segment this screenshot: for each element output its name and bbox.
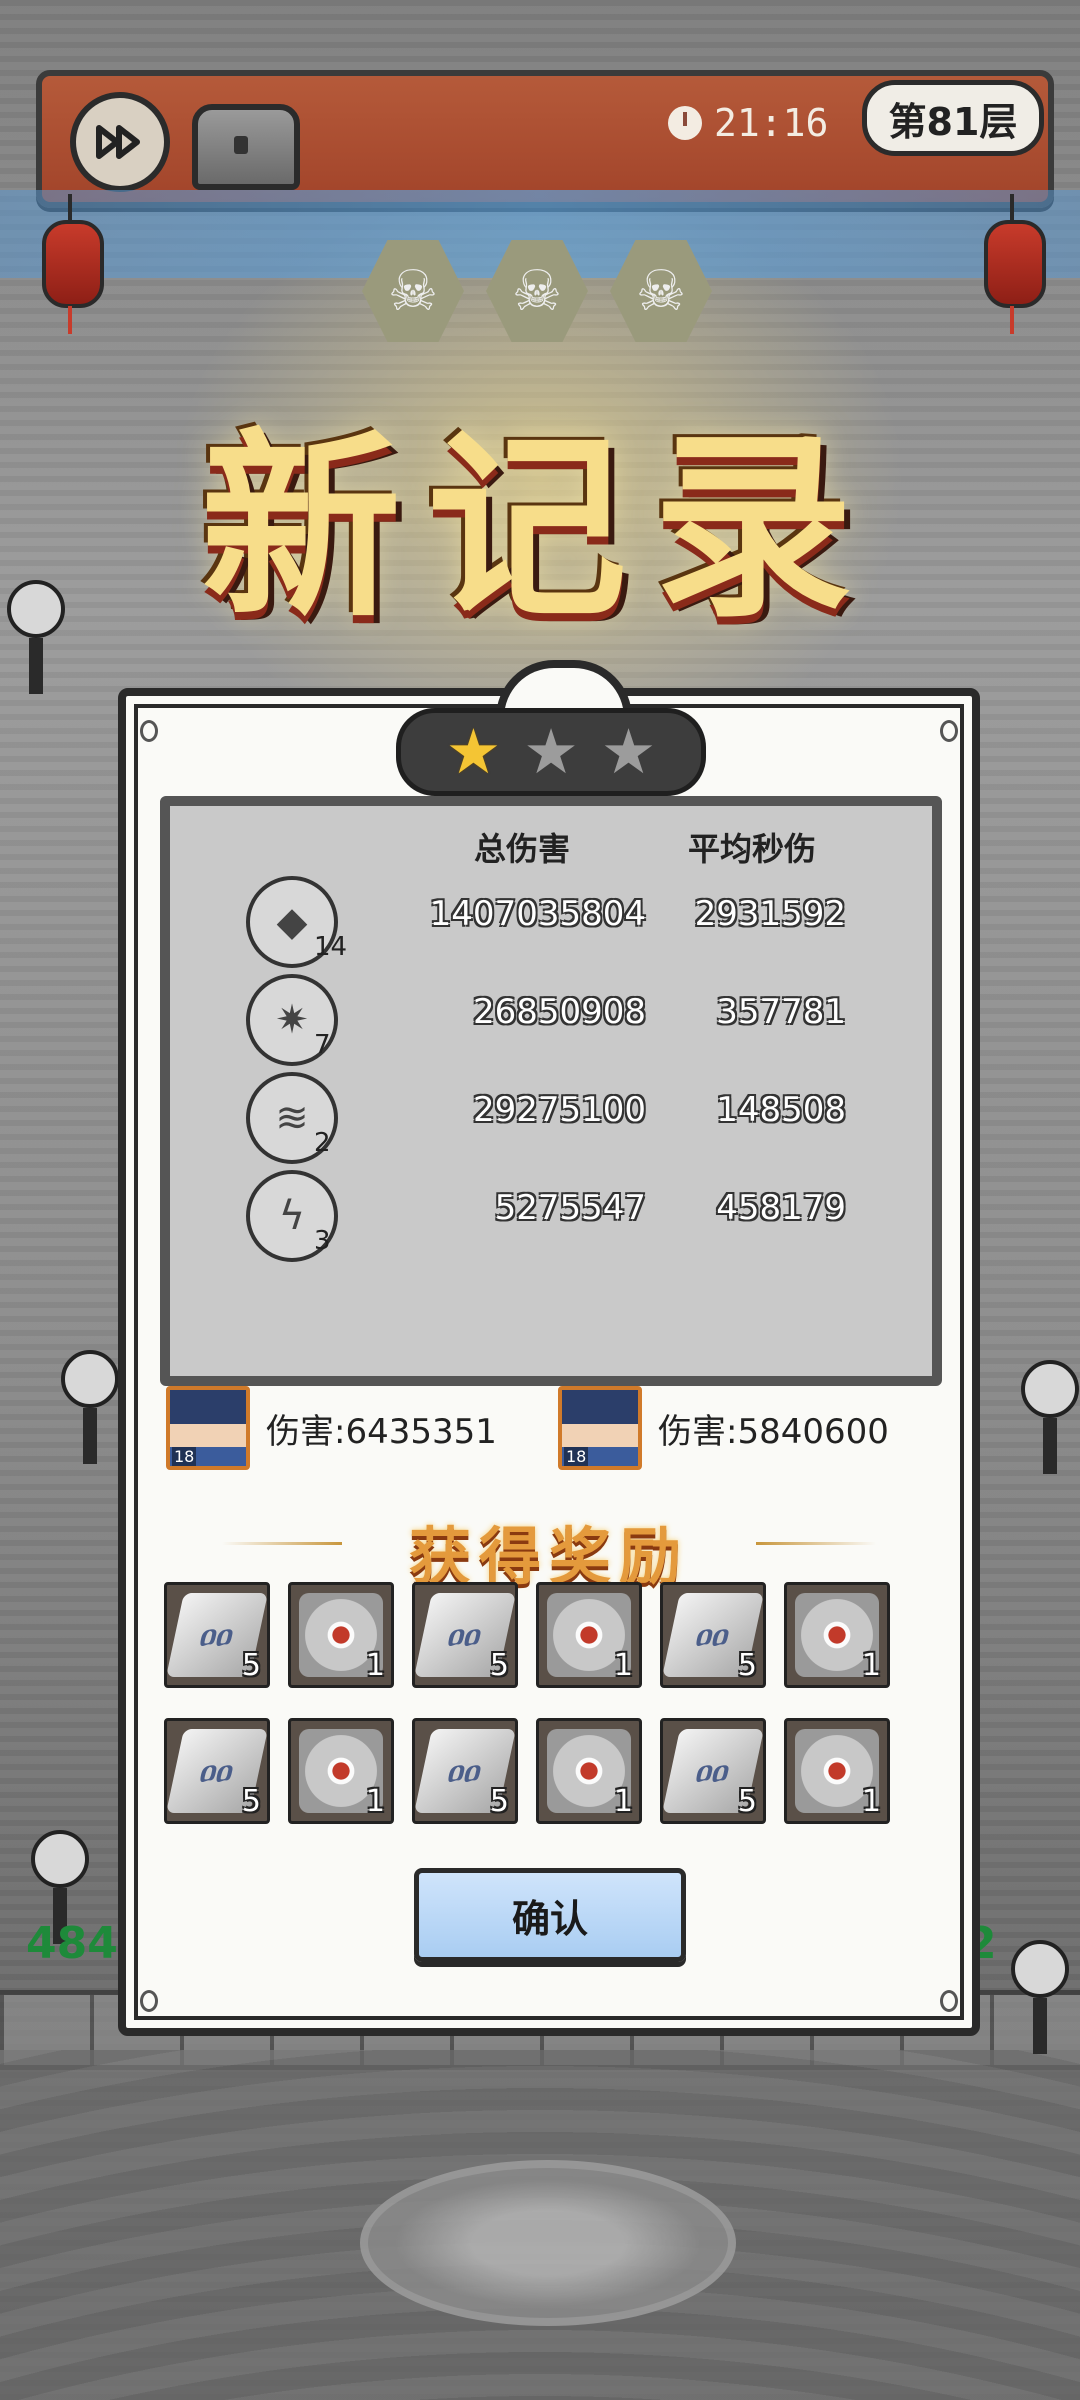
reward-item-silver-ingot[interactable]: ዐዐ 5: [660, 1718, 766, 1824]
header-avg-dps: 平均秒伤: [688, 830, 817, 868]
floating-number-left: 484: [26, 1918, 118, 1969]
reward-item-silver-ingot[interactable]: ዐዐ 5: [412, 1582, 518, 1688]
reward-item-red-core-ore[interactable]: ●1: [288, 1718, 394, 1824]
reward-qty: 1: [365, 1648, 385, 1683]
skill-count: 2: [314, 1128, 331, 1158]
avatar[interactable]: 18: [558, 1386, 642, 1470]
skull-icon: ☠: [362, 240, 464, 342]
table-row: ≋ 2 29275100 148508: [170, 1072, 932, 1168]
hero-damage-text: 伤害:6435351: [266, 1411, 497, 1452]
total-damage-value: 29275100: [472, 1090, 646, 1130]
avg-dps-value: 357781: [716, 992, 846, 1032]
new-record-title: 新记录: [200, 410, 879, 645]
reward-item-red-core-ore[interactable]: ●1: [784, 1582, 890, 1688]
reward-qty: 1: [613, 1648, 633, 1683]
reward-qty: 1: [365, 1784, 385, 1819]
avg-dps-value: 458179: [716, 1188, 846, 1228]
result-panel: ★ ★ ★ 总伤害 平均秒伤 ◆ 14 1407035804 2931592 ✷…: [118, 660, 980, 2036]
floor-badge: 第81层: [862, 80, 1044, 156]
summon-circle: [360, 2160, 736, 2326]
reward-item-red-core-ore[interactable]: ●1: [536, 1718, 642, 1824]
battle-timer: 21:16: [668, 98, 828, 148]
timer-text: 21:16: [714, 101, 829, 145]
hero-damage-2: 18 伤害:5840600: [558, 1386, 889, 1470]
table-row: ◆ 14 1407035804 2931592: [170, 876, 932, 972]
star-rating: ★ ★ ★: [396, 708, 706, 796]
fast-forward-button[interactable]: [70, 92, 170, 192]
clock-icon: [668, 106, 702, 140]
skill-count: 3: [314, 1226, 331, 1256]
avg-dps-value: 148508: [716, 1090, 846, 1130]
reward-item-red-core-ore[interactable]: ●1: [784, 1718, 890, 1824]
reward-qty: 5: [489, 1648, 509, 1683]
total-damage-value: 5275547: [494, 1188, 646, 1228]
star-empty-icon: ★: [523, 715, 579, 788]
reward-qty: 1: [861, 1784, 881, 1819]
damage-stats-table: 总伤害 平均秒伤 ◆ 14 1407035804 2931592 ✷ 7 268…: [160, 796, 942, 1386]
star-filled-icon: ★: [445, 715, 502, 788]
reward-qty: 5: [489, 1784, 509, 1819]
confirm-button[interactable]: 确认: [414, 1868, 686, 1962]
reward-item-silver-ingot[interactable]: ዐዐ 5: [660, 1582, 766, 1688]
reward-item-silver-ingot[interactable]: ዐዐ 5: [412, 1718, 518, 1824]
avg-dps-value: 2931592: [694, 894, 846, 934]
total-damage-value: 1407035804: [429, 894, 646, 934]
reward-qty: 1: [861, 1648, 881, 1683]
reward-qty: 5: [737, 1648, 757, 1683]
reward-item-red-core-ore[interactable]: ●1: [536, 1582, 642, 1688]
rivet: [140, 720, 158, 742]
avatar[interactable]: 18: [166, 1386, 250, 1470]
chest-lock-icon: [234, 136, 248, 154]
star-empty-icon: ★: [600, 715, 657, 788]
reward-grid: ዐዐ5 ●1 ዐዐ5 ●1 ዐዐ5 ●1 ዐዐ5 ●1 ዐዐ5 ●1 ዐዐ5 ●…: [164, 1582, 890, 1824]
skull-icon: ☠: [610, 240, 712, 342]
treasure-chest-button[interactable]: [192, 104, 300, 190]
lantern-right-icon: [984, 194, 1046, 334]
skull-icon: ☠: [486, 240, 588, 342]
rivet: [940, 1990, 958, 2012]
skull-badges: ☠ ☠ ☠: [362, 240, 712, 342]
hero-level: 18: [564, 1447, 589, 1466]
reward-qty: 5: [737, 1784, 757, 1819]
hero-level: 18: [172, 1447, 197, 1466]
skill-count: 14: [314, 932, 348, 962]
skill-count: 7: [314, 1030, 331, 1060]
total-damage-value: 26850908: [472, 992, 646, 1032]
table-row: ϟ 3 5275547 458179: [170, 1170, 932, 1266]
skeleton-enemy: [1010, 1940, 1070, 2054]
reward-qty: 5: [241, 1784, 261, 1819]
reward-qty: 1: [613, 1784, 633, 1819]
table-row: ✷ 7 26850908 357781: [170, 974, 932, 1070]
fast-forward-icon: [96, 125, 140, 159]
lantern-left-icon: [42, 194, 104, 334]
reward-qty: 5: [241, 1648, 261, 1683]
hero-damage-1: 18 伤害:6435351: [166, 1386, 497, 1470]
header-total-damage: 总伤害: [474, 830, 571, 868]
rivet: [140, 1990, 158, 2012]
skeleton-enemy: [1020, 1360, 1080, 1474]
rivet: [940, 720, 958, 742]
reward-item-silver-ingot[interactable]: ዐዐ 5: [164, 1718, 270, 1824]
reward-item-silver-ingot[interactable]: ዐዐ 5: [164, 1582, 270, 1688]
reward-item-red-core-ore[interactable]: ●1: [288, 1582, 394, 1688]
skeleton-enemy: [60, 1350, 120, 1464]
hero-damage-text: 伤害:5840600: [658, 1411, 889, 1452]
